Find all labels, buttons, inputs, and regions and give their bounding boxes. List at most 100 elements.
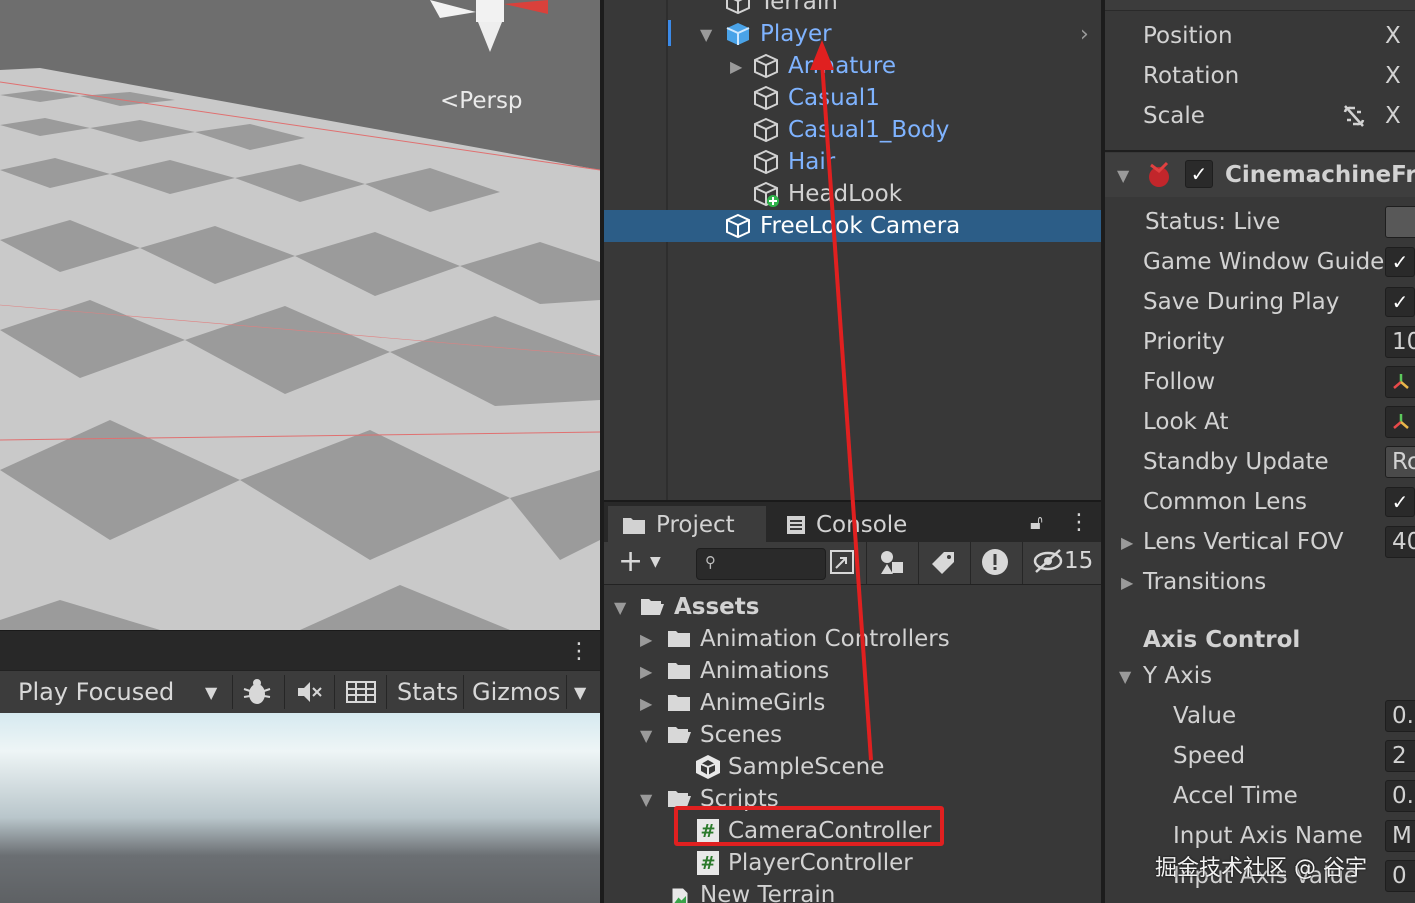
project-toolbar: + ▼ ⚲ 15: [604, 542, 1101, 585]
bug-icon[interactable]: [242, 671, 272, 713]
hierarchy-item[interactable]: Hair: [604, 146, 1101, 178]
priority-field[interactable]: 10: [1385, 326, 1415, 358]
input-axis-name-field[interactable]: M: [1385, 820, 1415, 852]
y-axis-accel-time-field[interactable]: 0.: [1385, 780, 1415, 812]
game-window-guides-row[interactable]: Game Window Guides ✓: [1105, 242, 1415, 282]
expand-arrow-icon[interactable]: ▶: [640, 694, 652, 713]
inspector-panel: Position X Rotation X Scale X ▼ ✓ Cinema…: [1105, 0, 1415, 903]
expand-arrow-icon[interactable]: ▼: [1119, 667, 1131, 686]
look-at-row[interactable]: Look At: [1105, 402, 1415, 442]
component-header[interactable]: ▼ ✓ CinemachineFre: [1105, 153, 1415, 197]
gameobject-icon: [754, 85, 778, 111]
added-gameobject-icon: [754, 181, 779, 207]
game-window-guides-checkbox[interactable]: ✓: [1385, 247, 1415, 277]
save-during-play-row[interactable]: Save During Play ✓: [1105, 282, 1415, 322]
tab-console[interactable]: Console: [786, 506, 907, 544]
open-folder-icon: [641, 599, 664, 615]
y-axis-value-field[interactable]: 0.: [1385, 700, 1415, 732]
follow-object-field[interactable]: [1385, 366, 1415, 398]
expand-arrow-icon[interactable]: ▼: [700, 25, 712, 44]
priority-row[interactable]: Priority 10: [1105, 322, 1415, 362]
lens-vertical-fov-field[interactable]: 40: [1385, 526, 1415, 558]
chevron-down-icon[interactable]: ▼: [650, 554, 661, 570]
prefab-icon: [726, 23, 750, 45]
tree-item[interactable]: ▶ AnimeGirls: [604, 687, 1101, 719]
common-lens-row[interactable]: Common Lens ✓: [1105, 482, 1415, 522]
warning-icon[interactable]: [981, 548, 1009, 580]
expand-arrow-icon[interactable]: ▶: [1121, 533, 1133, 552]
expand-arrow-icon[interactable]: ▼: [1117, 166, 1129, 185]
chevron-right-icon[interactable]: ›: [1080, 22, 1089, 47]
tree-item[interactable]: # PlayerController: [604, 847, 1101, 879]
standby-update-row[interactable]: Standby Update Ro: [1105, 442, 1415, 482]
scene-view[interactable]: <Persp: [0, 0, 600, 630]
lens-vertical-fov-row[interactable]: ▶ Lens Vertical FOV 40: [1105, 522, 1415, 562]
transform-scale-row[interactable]: Scale X: [1105, 96, 1415, 136]
persp-label[interactable]: <Persp: [440, 88, 523, 114]
gizmos-dropdown-icon[interactable]: ▼: [574, 671, 586, 713]
y-axis-accel-time-row[interactable]: Accel Time 0.: [1105, 776, 1415, 816]
common-lens-checkbox[interactable]: ✓: [1385, 487, 1415, 517]
gizmos-button[interactable]: Gizmos: [472, 671, 560, 713]
component-enabled-checkbox[interactable]: ✓: [1185, 160, 1213, 188]
gameobject-icon: [754, 53, 778, 79]
tree-item[interactable]: ▶ Animations: [604, 655, 1101, 687]
filter-by-type-icon[interactable]: [878, 548, 906, 580]
folder-icon: [668, 695, 690, 711]
hierarchy-item[interactable]: Casual1_Body: [604, 114, 1101, 146]
expand-arrow-icon[interactable]: ▼: [640, 790, 652, 809]
hierarchy-item[interactable]: Terrain: [604, 0, 1101, 18]
expand-arrow-icon[interactable]: ▶: [640, 630, 652, 649]
label-tag-icon[interactable]: [930, 550, 956, 580]
transform-icon: [1393, 374, 1409, 389]
mute-audio-icon[interactable]: [296, 671, 324, 713]
follow-row[interactable]: Follow: [1105, 362, 1415, 402]
gameobject-icon: [726, 0, 750, 15]
chevron-down-icon[interactable]: ▼: [205, 671, 217, 713]
tab-project[interactable]: Project: [608, 506, 766, 544]
more-options-icon[interactable]: ⋮: [1068, 510, 1090, 535]
hierarchy-item[interactable]: HeadLook: [604, 178, 1101, 210]
gameobject-icon: [754, 149, 778, 175]
stats-grid-icon[interactable]: [346, 671, 376, 713]
play-mode-dropdown[interactable]: Play Focused: [18, 671, 174, 713]
look-at-object-field[interactable]: [1385, 406, 1415, 438]
more-options-icon[interactable]: ⋮: [568, 639, 590, 664]
expand-arrow-icon[interactable]: ▶: [640, 662, 652, 681]
transitions-row[interactable]: ▶ Transitions: [1105, 562, 1415, 602]
standby-update-dropdown[interactable]: Ro: [1385, 446, 1415, 478]
tree-item-assets[interactable]: ▼ Assets: [604, 591, 1101, 623]
tree-item[interactable]: ▶ Animation Controllers: [604, 623, 1101, 655]
status-row: Status: Live: [1105, 202, 1415, 242]
tree-item[interactable]: New Terrain: [604, 879, 1101, 903]
stats-button[interactable]: Stats: [397, 671, 458, 713]
tree-item[interactable]: ▼ Scenes: [604, 719, 1101, 751]
expand-arrow-icon[interactable]: ▼: [640, 726, 652, 745]
console-icon: [787, 516, 805, 534]
lock-icon[interactable]: 🔓︎: [1030, 510, 1043, 534]
hierarchy-item[interactable]: ▶ Armature: [604, 50, 1101, 82]
tree-item[interactable]: SampleScene: [604, 751, 1101, 783]
transform-rotation-row[interactable]: Rotation X: [1105, 56, 1415, 96]
search-input[interactable]: ⚲: [696, 548, 826, 580]
expand-arrow-icon[interactable]: ▶: [1121, 573, 1133, 592]
hierarchy-item-freelook-camera[interactable]: FreeLook Camera: [604, 210, 1101, 242]
y-axis-speed-row[interactable]: Speed 2: [1105, 736, 1415, 776]
search-by-type-icon[interactable]: [828, 548, 858, 578]
hierarchy-item[interactable]: Casual1: [604, 82, 1101, 114]
expand-arrow-icon[interactable]: ▼: [614, 598, 626, 617]
y-axis-foldout[interactable]: ▼ Y Axis: [1105, 656, 1415, 696]
game-view[interactable]: [0, 713, 600, 903]
y-axis-speed-field[interactable]: 2: [1385, 740, 1415, 772]
expand-arrow-icon[interactable]: ▶: [730, 57, 742, 76]
solo-button[interactable]: [1385, 206, 1415, 238]
input-axis-value-field[interactable]: 0: [1385, 860, 1415, 892]
y-axis-value-row[interactable]: Value 0.: [1105, 696, 1415, 736]
hierarchy-item-player[interactable]: ▼ Player ›: [604, 18, 1101, 50]
game-tab-bar: ⋮: [0, 630, 600, 671]
save-during-play-checkbox[interactable]: ✓: [1385, 287, 1415, 317]
transform-position-row[interactable]: Position X: [1105, 16, 1415, 56]
hidden-packages-toggle[interactable]: 15: [1032, 548, 1093, 574]
plus-icon[interactable]: +: [618, 544, 643, 579]
unlink-icon[interactable]: [1341, 104, 1367, 128]
